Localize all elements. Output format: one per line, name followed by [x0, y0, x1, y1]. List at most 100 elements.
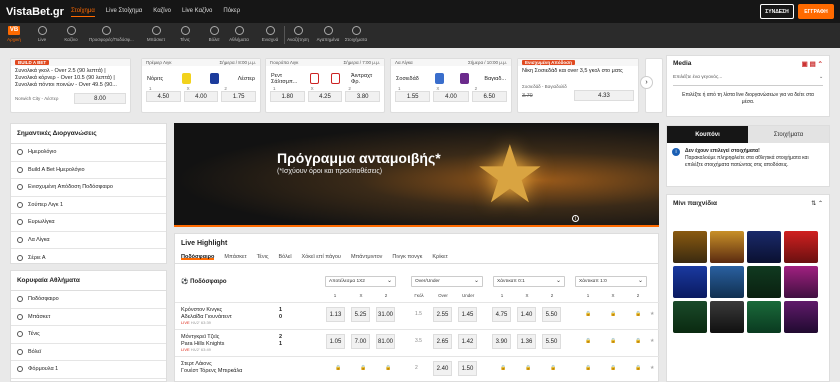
carousel-next-button[interactable]: ›	[640, 76, 653, 89]
nav-casino[interactable]: Καζίνο	[153, 6, 171, 17]
odd-button[interactable]: 5.25	[351, 307, 370, 322]
odd-button[interactable]: 2.65	[433, 334, 452, 349]
menu-item[interactable]: Ευρωλίγκα	[11, 214, 166, 232]
market-select-hc10[interactable]: Χάντικαπ 1:0	[575, 276, 647, 287]
odd-button[interactable]: 4.75	[492, 307, 511, 322]
game-tile[interactable]	[673, 266, 707, 298]
sport-promos[interactable]: Προσφορές/Ποδόσφ...	[89, 25, 134, 42]
match-clock: Ηλ/2' 63:39	[190, 320, 211, 325]
game-tile[interactable]	[747, 301, 781, 333]
odd-1[interactable]: 1 4.50	[146, 86, 181, 102]
game-tile[interactable]	[747, 266, 781, 298]
logo[interactable]: VistaBet.gr	[6, 6, 68, 18]
odd-1[interactable]: 1 1.80	[270, 86, 305, 102]
time-label: Σήμερα / 8:00 μ.μ.	[219, 60, 257, 65]
menu-item[interactable]: Σούπερ Λιγκ 1	[11, 197, 166, 214]
game-tile[interactable]	[784, 266, 818, 298]
tab-bets[interactable]: Στοιχήματα	[748, 126, 829, 143]
game-tile[interactable]	[784, 301, 818, 333]
odd-2[interactable]: 2 1.75	[221, 86, 257, 102]
search-button[interactable]: Αναζήτηση	[281, 25, 315, 42]
odd-button[interactable]: 1.50	[458, 361, 477, 376]
game-tile[interactable]	[673, 301, 707, 333]
menu-item[interactable]: Φόρμουλα 1	[11, 361, 166, 379]
market-select-1x2[interactable]: Αποτέλεσμα 1Χ2	[325, 276, 396, 287]
build-a-bet-card[interactable]: BUILD A BET Συνολικά γκολ - Over 2.5 (90…	[10, 58, 131, 113]
nav-live[interactable]: Live Στοίχημα	[106, 6, 142, 17]
odd-button[interactable]: 2.40	[433, 361, 452, 376]
menu-item[interactable]: Build A Bet Ημερολόγιο	[11, 162, 166, 179]
bab-odd[interactable]: 8.00	[74, 93, 126, 104]
market-select-hc01[interactable]: Χάντικαπ 0:1	[493, 276, 565, 287]
odd-2[interactable]: 2 3.80	[345, 86, 381, 102]
match-row[interactable]: Στερτ Λάιονς Γουέστ Τόρενς Μπιρκάλα 🔒 🔒 🔒…	[175, 356, 660, 379]
tab-pingpong[interactable]: Πινγκ πονγκ	[392, 254, 422, 260]
sport-all[interactable]: Αθλήματα	[222, 25, 256, 42]
menu-item[interactable]: Ημερολόγιο	[11, 144, 166, 162]
odd-x[interactable]: Χ 4.25	[307, 86, 343, 102]
odd-button[interactable]: 7.00	[351, 334, 370, 349]
promo-banner[interactable]: ★ Πρόγραμμα ανταμοιβής* (*Ισχύουν όροι κ…	[174, 123, 659, 227]
boosted-odds-card[interactable]: Ενισχυμένη Απόδοση Νίκη Σοσιεδάδ και ove…	[517, 58, 639, 113]
tab-coupon[interactable]: Κουπόνι	[667, 126, 748, 143]
menu-item[interactable]: Ποδόσφαιρο	[11, 291, 166, 309]
tab-hockey[interactable]: Χόκεϊ επί πάγου	[302, 254, 341, 260]
favorite-star-icon[interactable]: ★	[650, 365, 654, 371]
login-button[interactable]: ΣΥΝΔΕΣΗ	[760, 4, 794, 19]
nav-sports[interactable]: Στοίχημα	[71, 6, 95, 17]
odd-button[interactable]: 1.36	[517, 334, 536, 349]
menu-item[interactable]: Τένις	[11, 326, 166, 344]
menu-item[interactable]: Λα Λίγκα	[11, 232, 166, 249]
odd-button[interactable]: 81.00	[376, 334, 395, 349]
odd-x[interactable]: Χ 4.00	[183, 86, 219, 102]
odd-button[interactable]: 5.50	[542, 307, 561, 322]
nav-live-casino[interactable]: Live Καζίνο	[182, 6, 212, 17]
odd-button[interactable]: 31.00	[376, 307, 395, 322]
media-controls-icon[interactable]: ▣ ▤ ⌃	[802, 60, 823, 68]
tab-badminton[interactable]: Μπάντμιντον	[351, 254, 382, 260]
nav-poker[interactable]: Πόκερ	[223, 6, 240, 17]
match-row[interactable]: Μόντγκρεϊ Τζεϊς Para Hills Knights LIVE Ηλ…	[175, 329, 660, 352]
menu-item[interactable]: Μπάσκετ	[11, 309, 166, 326]
favorite-star-icon[interactable]: ★	[650, 311, 654, 317]
sport-casino[interactable]: Καζίνο	[54, 25, 88, 42]
menu-item[interactable]: Ενισχυμένη Απόδοση Ποδόσφαιρο	[11, 179, 166, 197]
match-card[interactable]: Λα Λίγκα Σήμερα / 10:00 μ.μ. Σοσιεδάδ Βαγι…	[390, 58, 512, 113]
sports-bar: VB Αρχική Live Καζίνο Προσφορές/Ποδόσφ...…	[0, 23, 840, 48]
match-card[interactable]: Πρέμιερ Λιγκ Σήμερα / 8:00 μ.μ. Νόριτς Λέσ…	[141, 58, 261, 113]
odd-button[interactable]: 3.90	[492, 334, 511, 349]
tab-cricket[interactable]: Κρίκετ	[432, 254, 447, 260]
odd-button[interactable]: 1.05	[326, 334, 345, 349]
odd-button[interactable]: 1.13	[326, 307, 345, 322]
boost-odd[interactable]: 4.33	[574, 90, 634, 101]
match-card[interactable]: Γιουρόπα Λιγκ Σήμερα / 7:00 μ.μ. Ρεντ Σάλ…	[265, 58, 385, 113]
odd-button[interactable]: 1.45	[458, 307, 477, 322]
game-tile[interactable]	[673, 231, 707, 263]
menu-item[interactable]: Σέριε Α	[11, 249, 166, 267]
odd-1[interactable]: 1 1.55	[395, 86, 431, 102]
odd-button[interactable]: 2.55	[433, 307, 452, 322]
menu-item[interactable]: Βόλεϊ	[11, 344, 166, 361]
game-tile[interactable]	[710, 231, 744, 263]
odd-2[interactable]: 2 6.50	[471, 86, 507, 102]
tab-football[interactable]: Ποδόσφαιρο	[181, 254, 215, 260]
odd-button[interactable]: 5.50	[542, 334, 561, 349]
odd-button[interactable]: 1.40	[517, 307, 536, 322]
register-button[interactable]: ΕΓΓΡΑΦΗ	[798, 4, 834, 19]
game-tile[interactable]	[747, 231, 781, 263]
bets-button[interactable]: Στοιχήματα	[339, 25, 373, 42]
match-row[interactable]: Κρόνστον Κινγκς Αδελαΐδα Γιουνάιτεντ LIVE …	[175, 302, 660, 325]
info-icon[interactable]: i	[572, 215, 579, 222]
odd-x[interactable]: Χ 4.00	[433, 86, 469, 102]
game-tile[interactable]	[710, 301, 744, 333]
tab-basketball[interactable]: Μπάσκετ	[224, 254, 246, 260]
favorite-star-icon[interactable]: ★	[650, 338, 654, 344]
game-tile[interactable]	[710, 266, 744, 298]
odd-button[interactable]: 1.42	[458, 334, 477, 349]
game-tile[interactable]	[784, 231, 818, 263]
sort-icon[interactable]: ⇅ ⌃	[811, 200, 823, 207]
tab-tennis[interactable]: Τένις	[257, 254, 269, 260]
market-select-ou[interactable]: Over/Under	[411, 276, 483, 287]
event-select[interactable]: Επιλέξτε ένα γεγονός... ⌄	[673, 75, 823, 86]
tab-volley[interactable]: Βόλεϊ	[279, 254, 292, 260]
